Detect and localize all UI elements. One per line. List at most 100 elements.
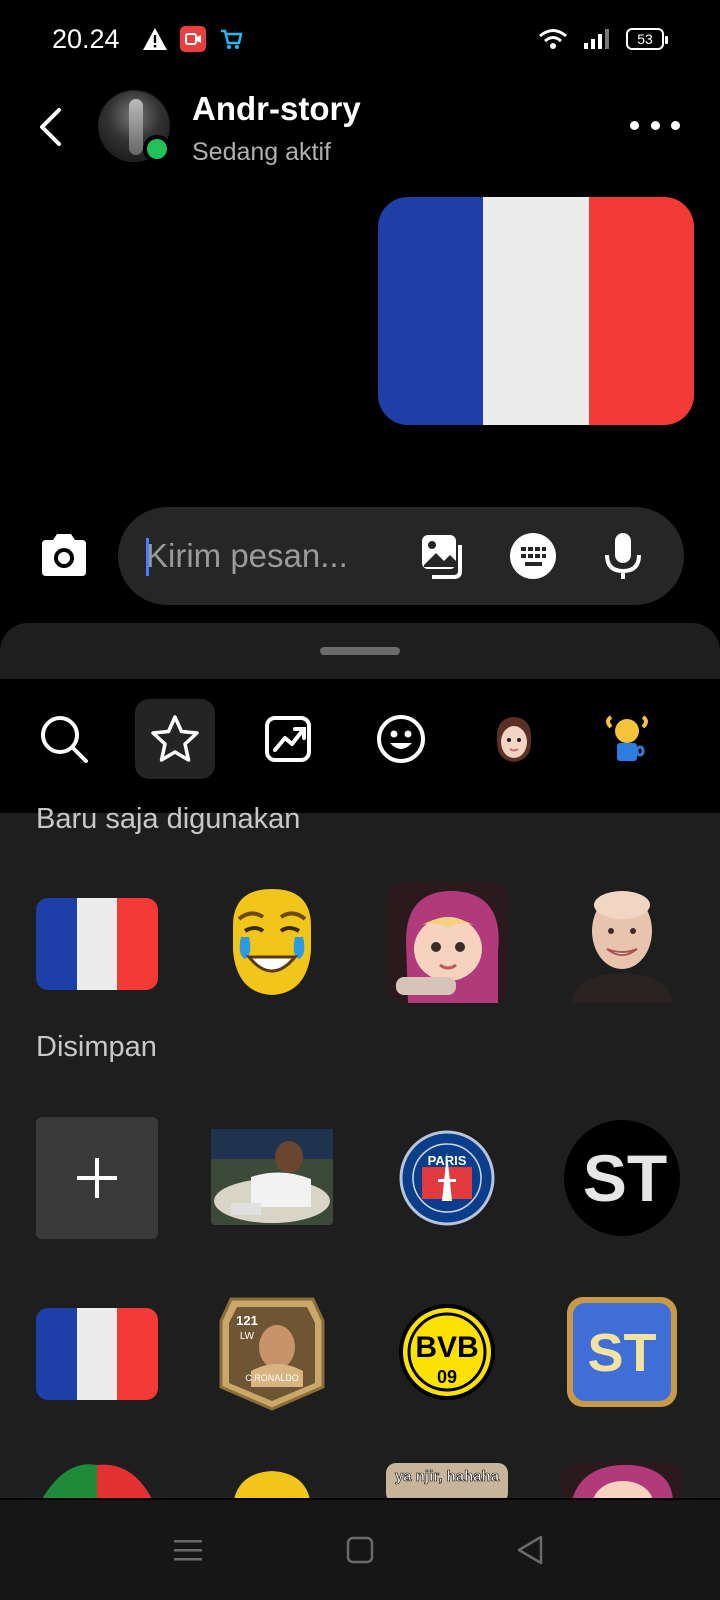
status-bar: 20.24 53 bbox=[0, 0, 720, 80]
yellow-face-partial bbox=[234, 1471, 310, 1498]
flag-stripe-red bbox=[117, 1308, 158, 1400]
sticker-partial-cartoon-girl[interactable] bbox=[561, 1463, 683, 1498]
sticker-crying-laughing-face[interactable] bbox=[211, 881, 333, 1003]
sticker-keyboard-button[interactable] bbox=[506, 529, 560, 583]
psg-logo-text: PARIS bbox=[428, 1153, 467, 1168]
sticker-sheet: Baru saja digunakan Disimpan PARIS ST 12… bbox=[0, 623, 720, 1498]
flag-stripe-white bbox=[483, 197, 589, 425]
back-icon bbox=[517, 1535, 543, 1565]
flag-stripe-blue bbox=[36, 898, 77, 990]
card-rating: 121 bbox=[236, 1313, 258, 1328]
flag-stripe-white bbox=[76, 1308, 118, 1400]
recent-section-title: Baru saja digunakan bbox=[36, 803, 301, 835]
battery-icon: 53 bbox=[626, 28, 668, 50]
microphone-button[interactable] bbox=[596, 529, 650, 583]
status-icons-left bbox=[142, 26, 244, 52]
screen-record-icon bbox=[180, 26, 206, 52]
avatar-icon bbox=[496, 717, 532, 762]
text-caret bbox=[146, 538, 149, 576]
shop-icon bbox=[221, 29, 243, 49]
online-indicator bbox=[143, 135, 171, 163]
trending-icon bbox=[265, 716, 311, 762]
sticker-france-flag-saved[interactable] bbox=[36, 1308, 158, 1400]
more-options-icon[interactable] bbox=[630, 110, 680, 140]
sticker-football-player[interactable] bbox=[211, 1117, 333, 1239]
flag-stripe-blue bbox=[36, 1308, 77, 1400]
home-icon bbox=[346, 1536, 374, 1564]
bvb-logo-image: BVB 09 bbox=[399, 1304, 495, 1400]
microphone-icon bbox=[605, 533, 641, 579]
caption-sticker-partial: ya njir, hahaha bbox=[386, 1463, 508, 1498]
back-button[interactable] bbox=[30, 102, 70, 152]
sticker-partial-yellow-face[interactable] bbox=[211, 1469, 333, 1498]
gallery-icon bbox=[422, 535, 462, 579]
chat-header: Andr-story Sedang aktif bbox=[0, 80, 720, 180]
tab-emoji[interactable] bbox=[361, 699, 441, 779]
sticker-bvb-logo[interactable]: BVB 09 bbox=[386, 1291, 508, 1413]
warning-icon bbox=[143, 28, 167, 50]
st-badge-label: ST bbox=[587, 1323, 656, 1383]
sticker-st-badge[interactable]: ST bbox=[561, 1291, 683, 1413]
saved-section-title: Disimpan bbox=[36, 1031, 157, 1063]
back-arrow-icon bbox=[40, 108, 61, 146]
sticker-pack-icon bbox=[606, 715, 648, 761]
add-sticker-button[interactable] bbox=[36, 1117, 158, 1239]
flag-stripe-red bbox=[588, 197, 694, 425]
tab-avatar[interactable] bbox=[474, 699, 554, 779]
sticker-partial-caption[interactable]: ya njir, hahaha bbox=[386, 1463, 508, 1498]
tab-trending[interactable] bbox=[248, 699, 328, 779]
card-name: C.RONALDO bbox=[245, 1373, 299, 1383]
home-button[interactable] bbox=[340, 1530, 380, 1570]
contact-name[interactable]: Andr-story bbox=[192, 90, 361, 128]
star-icon bbox=[151, 715, 199, 762]
recents-icon bbox=[174, 1540, 202, 1561]
sticker-partial-portugal-flag[interactable] bbox=[36, 1463, 158, 1498]
search-icon bbox=[41, 716, 88, 763]
sent-sticker-france-flag[interactable] bbox=[378, 197, 694, 425]
signal-icon bbox=[584, 29, 609, 49]
st-text-image: ST bbox=[564, 1120, 680, 1236]
sticker-cartoon-girl[interactable] bbox=[386, 881, 508, 1003]
sticker-psg-logo[interactable]: PARIS bbox=[386, 1117, 508, 1239]
tab-search[interactable] bbox=[24, 699, 104, 779]
sticker-player-card[interactable]: 121 LW C.RONALDO bbox=[211, 1291, 333, 1413]
bvb-text: BVB bbox=[415, 1331, 478, 1364]
recents-button[interactable] bbox=[168, 1530, 208, 1570]
camera-button[interactable] bbox=[38, 532, 90, 578]
contact-status: Sedang aktif bbox=[192, 138, 331, 166]
cartoon-girl-image bbox=[386, 881, 508, 1003]
crying-laughing-face-image bbox=[233, 889, 311, 995]
flag-stripe-blue bbox=[378, 197, 484, 425]
caption-text: ya njir, hahaha bbox=[395, 1468, 500, 1485]
navigation-bar bbox=[0, 1500, 720, 1600]
flag-stripe-red bbox=[117, 898, 158, 990]
flag-stripe-white bbox=[76, 898, 118, 990]
tab-stickers[interactable] bbox=[587, 699, 667, 779]
card-position: LW bbox=[240, 1331, 255, 1342]
gallery-button[interactable] bbox=[416, 529, 470, 583]
sticker-smiling-boy[interactable] bbox=[561, 881, 683, 1003]
sticker-france-flag[interactable] bbox=[36, 898, 158, 990]
portugal-flag-partial bbox=[42, 1464, 152, 1498]
cartoon-girl-partial bbox=[561, 1463, 683, 1498]
nav-back-button[interactable] bbox=[510, 1530, 550, 1570]
tab-favorites[interactable] bbox=[135, 699, 215, 779]
st-text-label: ST bbox=[583, 1141, 667, 1215]
sticker-st-text[interactable]: ST bbox=[561, 1117, 683, 1239]
drag-handle[interactable] bbox=[320, 647, 400, 655]
player-card-image: 121 LW C.RONALDO bbox=[219, 1297, 325, 1411]
smiley-icon bbox=[377, 715, 425, 763]
status-time: 20.24 bbox=[52, 24, 120, 54]
smiling-boy-image bbox=[571, 891, 673, 1003]
status-icons-right: 53 bbox=[538, 28, 668, 50]
st-badge-image: ST bbox=[567, 1297, 677, 1407]
wifi-icon bbox=[539, 29, 567, 49]
camera-icon bbox=[42, 534, 86, 576]
bvb-subtext: 09 bbox=[437, 1367, 457, 1387]
message-input[interactable] bbox=[146, 531, 396, 581]
plus-icon bbox=[77, 1158, 117, 1198]
football-player-image bbox=[211, 1129, 333, 1225]
sticker-tab-bar bbox=[0, 679, 720, 813]
sticker-keyboard-icon bbox=[510, 533, 556, 579]
avatar-figure bbox=[129, 99, 143, 155]
